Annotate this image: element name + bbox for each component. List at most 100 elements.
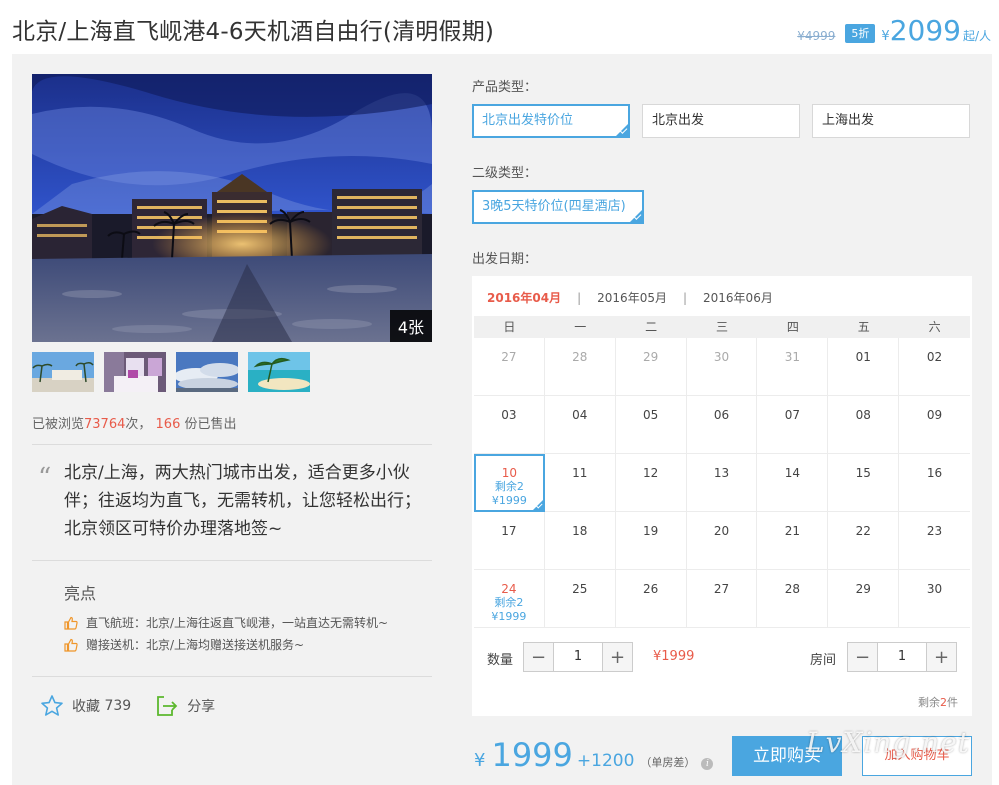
day-number: 12 bbox=[642, 466, 659, 480]
price-currency: ¥ bbox=[881, 29, 890, 44]
calendar-day[interactable]: 31 bbox=[757, 338, 829, 396]
rooms-label: 房间 bbox=[810, 653, 837, 668]
highlights-title: 亮点 bbox=[64, 584, 97, 603]
product-type-option-shanghai[interactable]: 上海出发 bbox=[812, 104, 970, 138]
tab-month-april[interactable]: 2016年04月 bbox=[487, 289, 561, 306]
calendar-day[interactable]: 26 bbox=[615, 570, 687, 628]
remaining-count: 2 bbox=[940, 696, 947, 709]
tab-month-may[interactable]: 2016年05月 bbox=[597, 289, 667, 306]
calendar-day[interactable]: 04 bbox=[544, 396, 616, 454]
day-price: ¥1999 bbox=[491, 610, 527, 623]
calendar-day[interactable]: 22 bbox=[828, 512, 900, 570]
day-number: 07 bbox=[784, 408, 800, 422]
option-label: 3晚5天特价位(四星酒店) bbox=[482, 199, 626, 214]
share-label: 分享 bbox=[187, 699, 216, 715]
day-number: 20 bbox=[713, 524, 730, 538]
main-photo[interactable]: 4张 bbox=[32, 74, 432, 342]
sub-type-option-3n5d[interactable]: 3晚5天特价位(四星酒店) bbox=[472, 190, 644, 224]
calendar-day[interactable]: 12 bbox=[615, 454, 687, 512]
calendar-day[interactable]: 09 bbox=[899, 396, 970, 454]
calendar-day-available[interactable]: 10 剩余2 ¥1999 bbox=[474, 454, 545, 512]
day-number: 17 bbox=[501, 524, 517, 538]
total-currency: ¥ bbox=[474, 750, 486, 771]
divider-1 bbox=[32, 444, 432, 445]
info-icon[interactable]: i bbox=[701, 758, 714, 770]
calendar-day[interactable]: 20 bbox=[686, 512, 758, 570]
calendar-day[interactable]: 03 bbox=[474, 396, 545, 454]
calendar-day[interactable]: 28 bbox=[757, 570, 829, 628]
day-number: 13 bbox=[713, 466, 730, 480]
remaining-suffix: 件 bbox=[947, 696, 958, 709]
highlights-list: 直飞航班：北京/上海往返直飞岘港，一站直达无需转机~ 赠接送机：北京/上海均赠送… bbox=[64, 612, 388, 656]
tab-month-june[interactable]: 2016年06月 bbox=[703, 289, 773, 306]
calendar-day[interactable]: 05 bbox=[615, 396, 687, 454]
check-corner-icon bbox=[629, 209, 643, 223]
share-button[interactable]: 分享 bbox=[155, 694, 215, 718]
day-number: 06 bbox=[713, 408, 730, 422]
calendar-day[interactable]: 06 bbox=[686, 396, 758, 454]
views-mid: 次， bbox=[125, 417, 152, 432]
discount-badge: 5折 bbox=[845, 24, 876, 43]
original-price: ¥4999 bbox=[797, 29, 836, 43]
view-stats: 已被浏览73764次， 166 份已售出 bbox=[32, 413, 237, 432]
highlight-item: 直飞航班：北京/上海往返直飞岘港，一站直达无需转机~ bbox=[64, 612, 388, 634]
calendar-day[interactable]: 29 bbox=[615, 338, 687, 396]
quantity-value[interactable]: 1 bbox=[554, 643, 602, 671]
calendar-day[interactable]: 27 bbox=[474, 338, 545, 396]
rooms-minus-button[interactable]: − bbox=[848, 643, 878, 671]
day-remaining: 剩余2 bbox=[494, 596, 524, 609]
calendar-day[interactable]: 19 bbox=[615, 512, 687, 570]
quantity-minus-button[interactable]: − bbox=[524, 643, 554, 671]
day-number: 26 bbox=[642, 582, 659, 596]
departure-calendar: 2016年04月 | 2016年05月 | 2016年06月 日 一 二 三 四 五 六 2… bbox=[472, 276, 972, 716]
sold-suffix: 份已售出 bbox=[184, 417, 237, 432]
thumbnail-2[interactable] bbox=[104, 352, 166, 392]
calendar-day[interactable]: 02 bbox=[899, 338, 970, 396]
thumbs-up-icon bbox=[64, 616, 78, 630]
day-number: 16 bbox=[926, 466, 943, 480]
rooms-plus-button[interactable]: + bbox=[926, 643, 956, 671]
calendar-day[interactable]: 07 bbox=[757, 396, 829, 454]
weekday-header: 日一二三四五六 bbox=[474, 316, 970, 338]
product-type-option-beijing[interactable]: 北京出发 bbox=[642, 104, 800, 138]
calendar-day[interactable]: 29 bbox=[828, 570, 900, 628]
calendar-day[interactable]: 15 bbox=[828, 454, 900, 512]
thumbnail-1[interactable] bbox=[32, 352, 94, 392]
calendar-day[interactable]: 13 bbox=[686, 454, 758, 512]
calendar-day[interactable]: 25 bbox=[544, 570, 616, 628]
quantity-price: ¥1999 bbox=[653, 649, 695, 664]
calendar-day[interactable]: 21 bbox=[757, 512, 829, 570]
highlight-item: 赠接送机：北京/上海均赠送接送机服务~ bbox=[64, 634, 388, 656]
calendar-day[interactable]: 16 bbox=[899, 454, 970, 512]
product-type-option-beijing-special[interactable]: 北京出发特价位 bbox=[472, 104, 630, 138]
calendar-day[interactable]: 11 bbox=[544, 454, 616, 512]
page-title: 北京/上海直飞岘港4-6天机酒自由行(清明假期) bbox=[12, 19, 495, 45]
thumbnail-4[interactable] bbox=[248, 352, 310, 392]
day-number: 29 bbox=[855, 582, 871, 596]
thumbnail-3[interactable] bbox=[176, 352, 238, 392]
surcharge-note: （单房差） bbox=[640, 756, 696, 769]
calendar-day[interactable]: 28 bbox=[544, 338, 616, 396]
day-number: 02 bbox=[926, 350, 943, 364]
quantity-plus-button[interactable]: + bbox=[602, 643, 632, 671]
rooms-value[interactable]: 1 bbox=[878, 643, 926, 671]
option-label: 北京出发 bbox=[652, 113, 705, 128]
calendar-day[interactable]: 17 bbox=[474, 512, 545, 570]
day-number: 04 bbox=[572, 408, 588, 422]
calendar-day[interactable]: 18 bbox=[544, 512, 616, 570]
day-number: 09 bbox=[926, 408, 943, 422]
favorite-button[interactable]: 收藏 739 bbox=[40, 694, 131, 718]
option-label: 北京出发特价位 bbox=[482, 113, 574, 128]
day-number: 30 bbox=[713, 350, 730, 364]
calendar-day[interactable]: 30 bbox=[686, 338, 758, 396]
calendar-day-available[interactable]: 24 剩余2 ¥1999 bbox=[474, 570, 545, 628]
calendar-day[interactable]: 08 bbox=[828, 396, 900, 454]
calendar-day[interactable]: 14 bbox=[757, 454, 829, 512]
calendar-day[interactable]: 01 bbox=[828, 338, 900, 396]
sub-type-label: 二级类型： bbox=[472, 166, 538, 181]
calendar-day[interactable]: 30 bbox=[899, 570, 970, 628]
views-count: 73764 bbox=[84, 417, 126, 432]
calendar-day[interactable]: 23 bbox=[899, 512, 970, 570]
weekday-label: 五 bbox=[857, 320, 870, 334]
calendar-day[interactable]: 27 bbox=[686, 570, 758, 628]
